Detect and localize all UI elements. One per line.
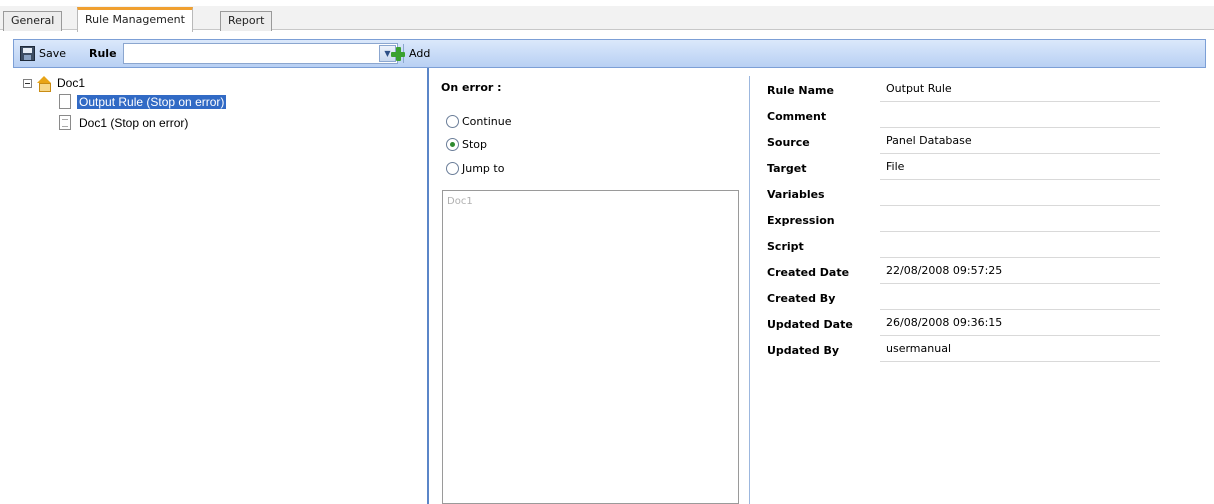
plus-icon — [391, 46, 405, 61]
radio-jump-to[interactable]: Jump to — [446, 162, 504, 175]
tab-rule-management[interactable]: Rule Management — [77, 7, 193, 32]
tab-strip: General Rule Management Report — [0, 0, 1214, 32]
prop-label: Source — [767, 136, 810, 149]
prop-label: Expression — [767, 214, 835, 227]
jump-target-list[interactable]: Doc1 — [442, 190, 739, 504]
tree-root[interactable]: Doc1 — [23, 76, 87, 92]
radio-label: Jump to — [462, 162, 505, 175]
prop-label: Target — [767, 162, 807, 175]
radio-label: Continue — [462, 115, 512, 128]
save-button-label: Save — [39, 47, 67, 60]
prop-created-date: Created Date 22/08/2008 09:57:25 — [750, 258, 1160, 284]
prop-updated-date: Updated Date 26/08/2008 09:36:15 — [750, 310, 1160, 336]
rule-label-wrap: Rule — [89, 40, 117, 67]
radio-button[interactable] — [446, 115, 459, 128]
tree-root-label: Doc1 — [57, 76, 86, 90]
prop-value — [880, 180, 1160, 206]
prop-value — [880, 206, 1160, 232]
prop-value: Panel Database — [880, 128, 1160, 154]
tab-report[interactable]: Report — [220, 11, 273, 31]
collapse-icon[interactable] — [23, 78, 32, 88]
rule-select[interactable]: ▼ — [123, 43, 398, 64]
prop-value: File — [880, 154, 1160, 180]
prop-target: Target File — [750, 154, 1160, 180]
tree-item-output-rule[interactable]: Output Rule (Stop on error) — [59, 94, 227, 109]
add-button[interactable]: Add — [391, 40, 430, 67]
prop-value: Output Rule — [880, 76, 1160, 102]
prop-value — [880, 232, 1160, 258]
rule-label: Rule — [89, 47, 117, 60]
prop-label: Rule Name — [767, 84, 834, 97]
save-icon — [20, 46, 35, 61]
prop-label: Script — [767, 240, 804, 253]
document-icon — [59, 94, 71, 109]
radio-label: Stop — [462, 138, 488, 151]
toolbar: Save Rule ▼ Add — [13, 39, 1206, 68]
add-button-label: Add — [409, 47, 431, 60]
prop-created-by: Created By — [750, 284, 1160, 310]
radio-button[interactable] — [446, 138, 459, 151]
home-icon — [36, 76, 52, 92]
prop-label: Comment — [767, 110, 827, 123]
prop-label: Variables — [767, 188, 825, 201]
prop-value: usermanual — [880, 336, 1160, 362]
prop-label: Created Date — [767, 266, 850, 279]
prop-script: Script — [750, 232, 1160, 258]
prop-label: Updated Date — [767, 318, 853, 331]
save-button[interactable]: Save — [20, 40, 66, 67]
rule-properties: Rule Name Output Rule Comment Source Pan… — [750, 68, 1206, 504]
prop-value: 22/08/2008 09:57:25 — [880, 258, 1160, 284]
tab-general[interactable]: General — [3, 11, 63, 31]
radio-button[interactable] — [446, 162, 459, 175]
prop-expression: Expression — [750, 206, 1160, 232]
jump-target-item[interactable]: Doc1 — [447, 196, 734, 207]
prop-updated-by: Updated By usermanual — [750, 336, 1160, 362]
tree-item-label: Output Rule (Stop on error) — [77, 94, 227, 109]
tree-item-label: Doc1 (Stop on error) — [79, 115, 189, 130]
document-icon — [59, 115, 71, 130]
radio-continue[interactable]: Continue — [446, 115, 511, 128]
prop-value — [880, 284, 1160, 310]
on-error-panel: On error : Continue Stop Jump to Doc1 — [429, 68, 749, 504]
prop-variables: Variables — [750, 180, 1160, 206]
prop-comment: Comment — [750, 102, 1160, 128]
on-error-title: On error : — [441, 81, 502, 94]
prop-rule-name: Rule Name Output Rule — [750, 76, 1160, 102]
prop-value: 26/08/2008 09:36:15 — [880, 310, 1160, 336]
prop-value — [880, 102, 1160, 128]
rule-tree: Doc1 Output Rule (Stop on error) Doc1 (S… — [13, 68, 427, 504]
prop-label: Updated By — [767, 344, 840, 357]
tree-item-doc1[interactable]: Doc1 (Stop on error) — [59, 115, 190, 130]
prop-label: Created By — [767, 292, 836, 305]
radio-stop[interactable]: Stop — [446, 138, 487, 151]
prop-source: Source Panel Database — [750, 128, 1160, 154]
